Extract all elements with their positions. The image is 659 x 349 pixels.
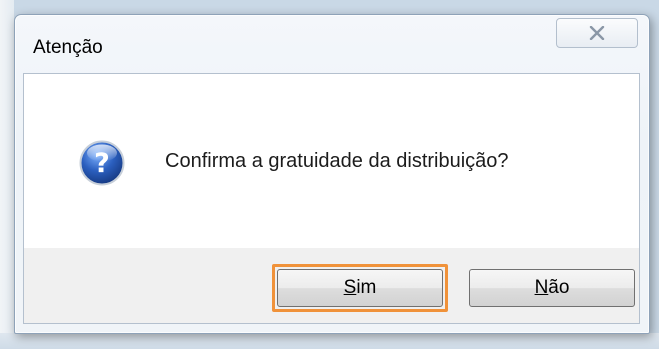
no-button[interactable]: Não [469,269,635,307]
message-area: ? Confirma a gratuidade da distribuição? [24,74,639,248]
close-button[interactable] [556,18,638,48]
yes-button-accelerator: S [343,277,357,298]
question-icon: ? [79,140,125,186]
dialog-title: Atenção [33,37,103,58]
no-button-accelerator: N [534,277,549,298]
yes-button[interactable]: Sim [272,264,448,312]
title-bar[interactable]: Atenção [15,15,649,69]
yes-button-label: im [356,277,377,298]
no-button-label: ão [548,277,570,298]
message-text: Confirma a gratuidade da distribuição? [165,150,509,172]
background-app-edge [0,0,14,349]
background-app-strip [0,333,659,349]
svg-text:?: ? [94,148,110,179]
dialog-body: ? Confirma a gratuidade da distribuição?… [23,73,640,324]
confirm-dialog: Atenção ? Confirma a gratuidade da distr… [14,14,650,334]
close-icon [589,26,605,40]
